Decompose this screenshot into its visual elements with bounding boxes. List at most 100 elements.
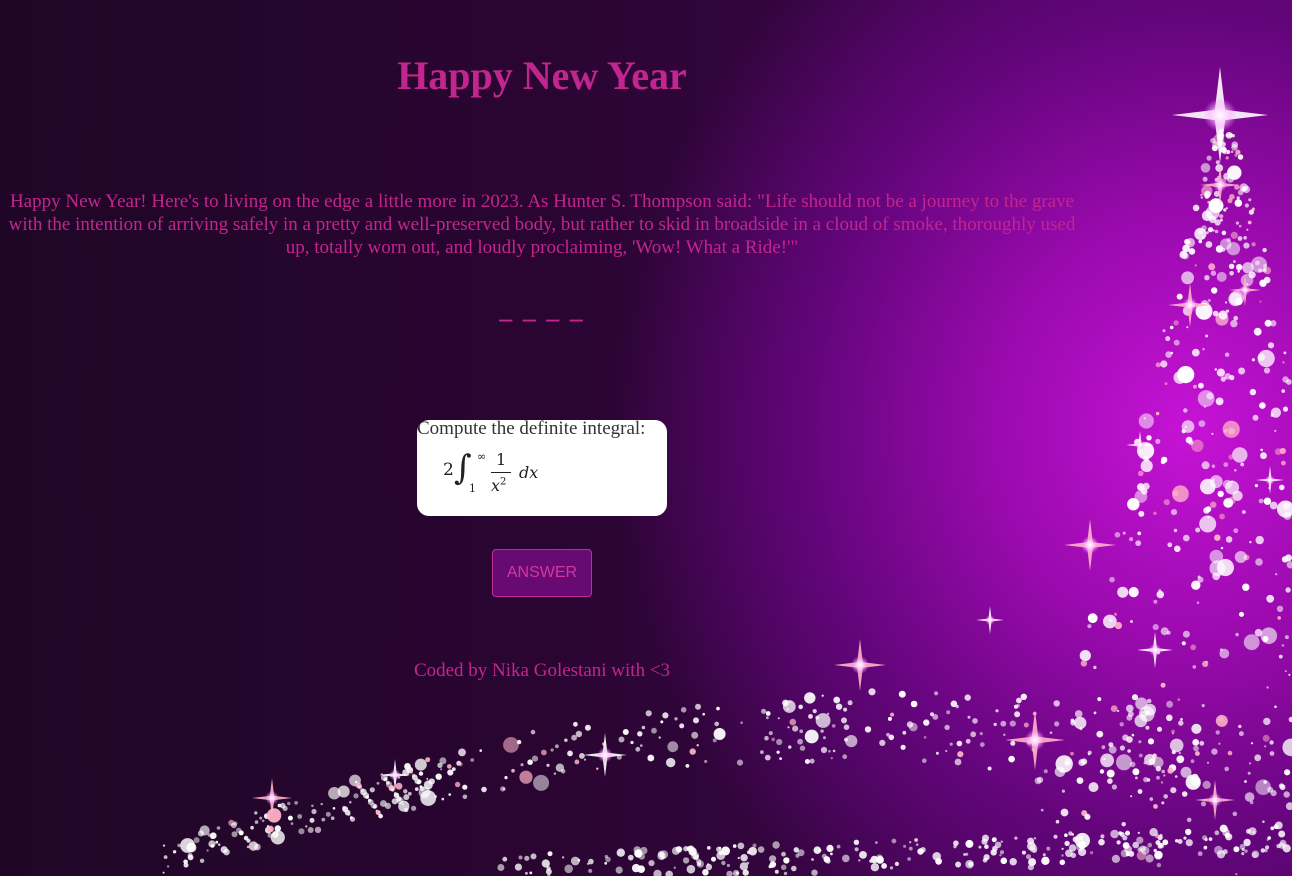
sparkle-dot bbox=[1154, 833, 1160, 838]
sparkle-dot bbox=[1225, 207, 1228, 210]
sparkle-dot bbox=[1266, 838, 1269, 841]
sparkle-dot bbox=[1126, 714, 1133, 721]
sparkle-dot bbox=[1244, 849, 1248, 853]
sparkle-dot bbox=[1129, 498, 1135, 503]
sparkle-dot bbox=[1130, 620, 1133, 623]
sparkle-dot bbox=[1229, 375, 1235, 381]
sparkle-dot bbox=[1132, 768, 1140, 776]
sparkle-dot bbox=[1259, 279, 1267, 287]
sparkle-dot bbox=[1274, 448, 1282, 456]
sparkle-dot bbox=[1232, 490, 1243, 501]
sparkle-dot bbox=[1103, 614, 1117, 629]
sparkle-dot bbox=[1242, 262, 1254, 274]
sparkle-dot bbox=[1223, 429, 1227, 433]
sparkle-dot bbox=[1116, 754, 1132, 771]
sparkle-dot bbox=[1096, 730, 1104, 738]
sparkle-dot bbox=[1210, 137, 1216, 144]
sparkle-dot bbox=[1119, 832, 1125, 837]
sparkle-dot bbox=[1111, 854, 1120, 864]
sparkle-dot bbox=[1219, 218, 1223, 222]
sparkle-dot bbox=[1228, 292, 1243, 307]
sparkle-dot bbox=[1215, 160, 1220, 165]
sparkle-dot bbox=[1182, 630, 1190, 638]
sparkle-dot bbox=[1116, 840, 1121, 845]
sparkle-dot bbox=[1217, 490, 1224, 498]
sparkle-dot bbox=[1170, 508, 1178, 516]
sparkle-dot bbox=[1282, 844, 1291, 853]
sparkle-dot bbox=[1159, 833, 1163, 837]
sparkle-dot bbox=[1240, 274, 1254, 287]
sparkle-dot bbox=[1225, 156, 1229, 160]
sparkle-dot bbox=[1269, 501, 1278, 510]
sparkle-dot bbox=[1180, 766, 1192, 778]
sparkle-dot bbox=[1196, 601, 1200, 604]
sparkle-dot bbox=[1087, 750, 1092, 755]
sparkle-dot bbox=[1234, 297, 1243, 306]
sparkle-dot bbox=[1282, 361, 1285, 364]
sparkle-dot bbox=[1181, 271, 1194, 285]
answer-button[interactable]: ANSWER bbox=[492, 549, 592, 597]
sparkle-dot bbox=[1203, 405, 1207, 408]
sparkle-dot bbox=[1144, 754, 1156, 766]
sparkle-dot bbox=[1128, 587, 1139, 598]
sparkle-dot bbox=[1278, 654, 1283, 659]
sparkle-dot bbox=[1122, 835, 1128, 841]
sparkle-dot bbox=[1172, 490, 1179, 497]
sparkle-dot bbox=[1238, 367, 1246, 375]
sparkle-dot bbox=[1152, 756, 1164, 769]
sparkle-dot bbox=[1202, 660, 1209, 668]
sparkle-dot bbox=[1138, 510, 1145, 517]
sparkle-dot bbox=[1160, 781, 1164, 784]
sparkle-dot bbox=[1263, 717, 1271, 726]
sparkle-dot bbox=[1130, 795, 1133, 798]
sparkle-dot bbox=[1228, 454, 1234, 460]
sparkle-dot bbox=[1204, 193, 1210, 199]
sparkle-dot bbox=[1243, 236, 1247, 240]
sparkle-dot bbox=[1193, 384, 1197, 389]
sparkle-dot bbox=[1239, 183, 1249, 192]
sparkle-dot bbox=[1222, 148, 1227, 152]
sparkle-dot bbox=[1142, 455, 1149, 462]
sparkle-dot bbox=[1251, 358, 1255, 362]
sparkle-dot bbox=[1212, 310, 1219, 317]
sparkle-dot bbox=[1152, 753, 1158, 760]
sparkle-dot bbox=[1213, 134, 1225, 146]
sparkle-dot bbox=[1205, 334, 1209, 338]
sparkle-dot bbox=[1237, 154, 1244, 160]
sparkle-dot bbox=[1281, 460, 1286, 466]
sparkle-dot bbox=[1260, 627, 1278, 644]
sparkle-dot bbox=[1190, 776, 1201, 786]
sparkle-dot bbox=[1155, 362, 1161, 368]
sparkle-dot bbox=[1285, 802, 1292, 811]
sparkle-dot bbox=[1190, 759, 1195, 764]
sparkle-dot bbox=[1183, 534, 1190, 542]
sparkle-dot bbox=[1200, 478, 1216, 495]
sparkle-dot bbox=[1235, 221, 1239, 225]
sparkle-dot bbox=[1218, 143, 1222, 146]
sparkle-dot bbox=[1270, 790, 1277, 797]
sparkle-dot bbox=[1260, 448, 1263, 452]
sparkle-dot bbox=[1183, 408, 1188, 413]
sparkle-dot bbox=[1203, 507, 1210, 514]
sparkle-dot bbox=[1185, 436, 1193, 444]
sparkle-dot bbox=[1194, 227, 1207, 240]
sparkle-dot bbox=[1178, 720, 1184, 726]
sparkle-dot bbox=[1163, 794, 1168, 799]
sparkle-dot bbox=[1219, 214, 1224, 219]
sparkle-dot bbox=[1162, 839, 1169, 846]
sparkle-dot bbox=[1122, 842, 1130, 849]
sparkle-dot bbox=[1270, 413, 1275, 417]
sparkle-dot bbox=[1235, 632, 1239, 637]
sparkle-dot bbox=[1210, 270, 1217, 276]
sparkle-dot bbox=[1218, 310, 1228, 320]
divider: _ _ _ _ bbox=[499, 295, 585, 324]
sparkle-dot bbox=[1203, 845, 1208, 850]
sparkle-dot bbox=[1188, 248, 1196, 255]
sparkle-dot bbox=[1125, 850, 1130, 854]
sparkle-dot bbox=[1218, 742, 1221, 745]
sparkle-dot bbox=[1136, 850, 1147, 861]
sparkle-dot bbox=[1270, 407, 1281, 418]
sparkle-dot bbox=[1143, 777, 1149, 783]
sparkle-dot bbox=[1284, 769, 1291, 776]
sparkle-dot bbox=[1185, 238, 1195, 248]
